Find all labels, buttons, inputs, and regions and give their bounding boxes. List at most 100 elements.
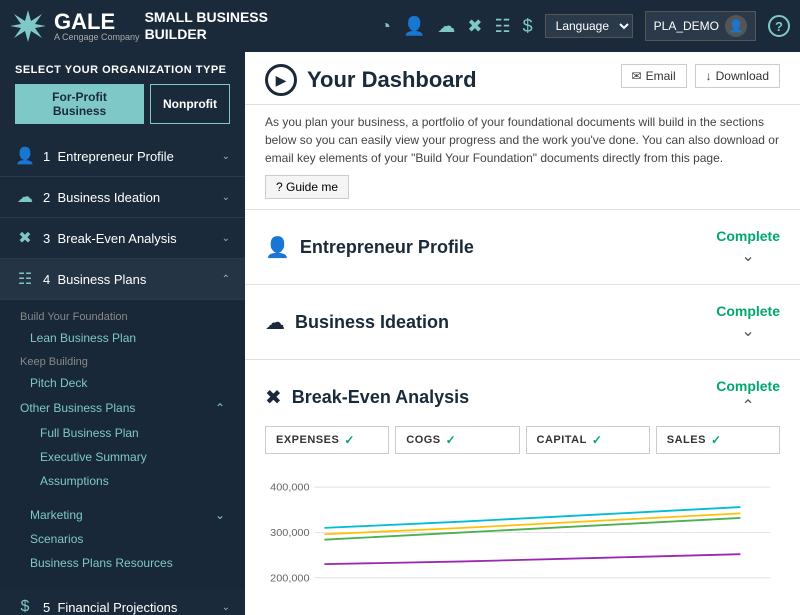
- lightbulb-nav-icon: ☁: [15, 187, 35, 207]
- logo-cengage: A Cengage Company: [54, 33, 140, 42]
- chevron-4-icon: ⌃: [222, 274, 230, 285]
- break-even-metrics: EXPENSES ✓ COGS ✓ CAPITAL ✓ SALES ✓: [245, 426, 800, 464]
- business-ideation-section[interactable]: ☁ Business Ideation Complete ⌄: [245, 285, 800, 360]
- ideation-status: Complete: [716, 303, 780, 319]
- sidebar-item-business-plans[interactable]: ☷ 4 Business Plans ⌃: [0, 259, 245, 300]
- dashboard-desc-text: As you plan your business, a portfolio o…: [265, 115, 779, 165]
- dollar-nav-icon: $: [15, 598, 35, 615]
- download-button[interactable]: ↓ Download: [695, 64, 780, 88]
- marketing-chevron-icon: ⌄: [215, 508, 225, 522]
- graph-icon[interactable]: ✖: [467, 16, 482, 37]
- org-type-buttons: For-Profit Business Nonprofit: [0, 84, 245, 136]
- break-even-section-title: Break-Even Analysis: [292, 387, 469, 408]
- dashboard-actions: ✉ Email ↓ Download: [621, 64, 780, 88]
- break-even-status: Complete: [716, 378, 780, 394]
- dollar-icon[interactable]: $: [523, 16, 533, 37]
- person-icon[interactable]: 👤: [403, 16, 425, 37]
- pitch-deck-item[interactable]: Pitch Deck: [0, 371, 245, 395]
- user-label: PLA_DEMO: [654, 19, 719, 33]
- break-even-header[interactable]: ✖ Break-Even Analysis Complete ⌃: [245, 360, 800, 426]
- cogs-label: COGS: [406, 434, 440, 446]
- chevron-3-icon: ⌄: [222, 233, 230, 244]
- marketing-item[interactable]: Marketing ⌄: [0, 503, 245, 527]
- chevron-1-icon: ⌄: [222, 151, 230, 162]
- email-icon: ✉: [632, 69, 642, 83]
- other-plans-label: Other Business Plans: [20, 401, 135, 415]
- help-icon[interactable]: ?: [768, 15, 790, 37]
- nav-item-1-label: 1 Entrepreneur Profile: [43, 149, 174, 164]
- sidebar-item-financial-projections[interactable]: $ 5 Financial Projections ⌄: [0, 588, 245, 615]
- break-even-chart: 400,000 300,000 200,000: [245, 464, 800, 615]
- compass-icon[interactable]: ◔: [380, 16, 391, 37]
- nonprofit-button[interactable]: Nonprofit: [150, 84, 230, 124]
- file-icon[interactable]: ☷: [494, 16, 510, 37]
- sidebar-item-business-ideation[interactable]: ☁ 2 Business Ideation ⌄: [0, 177, 245, 218]
- entrepreneur-section-icon: 👤: [265, 235, 290, 260]
- plans-nav-icon: ☷: [15, 269, 35, 289]
- cogs-check-icon: ✓: [446, 433, 457, 447]
- nav-item-3-label: 3 Break-Even Analysis: [43, 231, 177, 246]
- entrepreneur-profile-section[interactable]: 👤 Entrepreneur Profile Complete ⌄: [245, 210, 800, 285]
- header-icons: ◔ 👤 ☁ ✖ ☷ $ Language PLA_DEMO 👤 ?: [283, 11, 790, 41]
- language-select[interactable]: Language: [545, 14, 633, 38]
- capital-label: CAPITAL: [537, 434, 587, 446]
- submenu-section2-label: Keep Building: [0, 350, 245, 371]
- dashboard-title-area: ▶ Your Dashboard: [265, 64, 477, 96]
- idea-icon[interactable]: ☁: [437, 16, 455, 37]
- logo-gale: GALE: [54, 11, 140, 33]
- sidebar: SELECT YOUR ORGANIZATION TYPE For-Profit…: [0, 52, 245, 615]
- email-label: Email: [646, 69, 676, 83]
- sales-label: SALES: [667, 434, 706, 446]
- submenu-section1-label: Build Your Foundation: [0, 305, 245, 326]
- chart-line-purple: [324, 554, 740, 564]
- ideation-section-title: Business Ideation: [295, 312, 449, 333]
- dashboard-play-icon: ▶: [265, 64, 297, 96]
- break-even-section-icon: ✖: [265, 385, 282, 410]
- other-plans-chevron-icon: ⌃: [215, 401, 225, 415]
- user-avatar-icon: 👤: [725, 15, 747, 37]
- nav-item-4-label: 4 Business Plans: [43, 272, 146, 287]
- dashboard-description: As you plan your business, a portfolio o…: [245, 105, 800, 210]
- break-even-nav-icon: ✖: [15, 228, 35, 248]
- expenses-label: EXPENSES: [276, 434, 339, 446]
- sidebar-item-break-even[interactable]: ✖ 3 Break-Even Analysis ⌄: [0, 218, 245, 259]
- business-plans-resources-item[interactable]: Business Plans Resources: [0, 551, 245, 575]
- app-header: GALE A Cengage Company SMALL BUSINESSBUI…: [0, 0, 800, 52]
- break-even-section: ✖ Break-Even Analysis Complete ⌃ EXPENSE…: [245, 360, 800, 615]
- dashboard-title: Your Dashboard: [307, 67, 477, 93]
- logo-text: GALE A Cengage Company: [54, 11, 140, 42]
- main-layout: SELECT YOUR ORGANIZATION TYPE For-Profit…: [0, 52, 800, 615]
- chart-line-green: [324, 518, 740, 540]
- ideation-chevron-icon: ⌄: [741, 321, 754, 341]
- full-business-plan-item[interactable]: Full Business Plan: [0, 421, 245, 445]
- other-business-plans-header[interactable]: Other Business Plans ⌃: [0, 395, 245, 421]
- capital-metric: CAPITAL ✓: [526, 426, 650, 454]
- for-profit-button[interactable]: For-Profit Business: [15, 84, 144, 124]
- sidebar-item-entrepreneur[interactable]: 👤 1 Entrepreneur Profile ⌄: [0, 136, 245, 177]
- download-icon: ↓: [706, 69, 712, 83]
- gale-logo-icon: [10, 8, 46, 44]
- user-badge[interactable]: PLA_DEMO 👤: [645, 11, 756, 41]
- capital-check-icon: ✓: [592, 433, 603, 447]
- email-button[interactable]: ✉ Email: [621, 64, 687, 88]
- lean-business-plan-item[interactable]: Lean Business Plan: [0, 326, 245, 350]
- business-plans-submenu: Build Your Foundation Lean Business Plan…: [0, 300, 245, 588]
- scenarios-item[interactable]: Scenarios: [0, 527, 245, 551]
- break-even-chevron-icon: ⌃: [741, 396, 754, 416]
- entrepreneur-section-title: Entrepreneur Profile: [300, 237, 474, 258]
- chart-line-yellow: [324, 513, 740, 534]
- executive-summary-item[interactable]: Executive Summary: [0, 445, 245, 469]
- ideation-section-icon: ☁: [265, 310, 285, 335]
- expenses-check-icon: ✓: [344, 433, 355, 447]
- sales-check-icon: ✓: [711, 433, 722, 447]
- chevron-5-icon: ⌄: [222, 602, 230, 613]
- entrepreneur-status: Complete: [716, 228, 780, 244]
- sales-metric: SALES ✓: [656, 426, 780, 454]
- assumptions-item[interactable]: Assumptions: [0, 469, 245, 493]
- svg-text:300,000: 300,000: [270, 528, 310, 539]
- guide-me-button[interactable]: ? Guide me: [265, 175, 349, 199]
- dashboard: ▶ Your Dashboard ✉ Email ↓ Download As y…: [245, 52, 800, 615]
- logo-area: GALE A Cengage Company SMALL BUSINESSBUI…: [10, 8, 268, 44]
- nav-item-2-label: 2 Business Ideation: [43, 190, 160, 205]
- logo-product: SMALL BUSINESSBUILDER: [145, 9, 268, 43]
